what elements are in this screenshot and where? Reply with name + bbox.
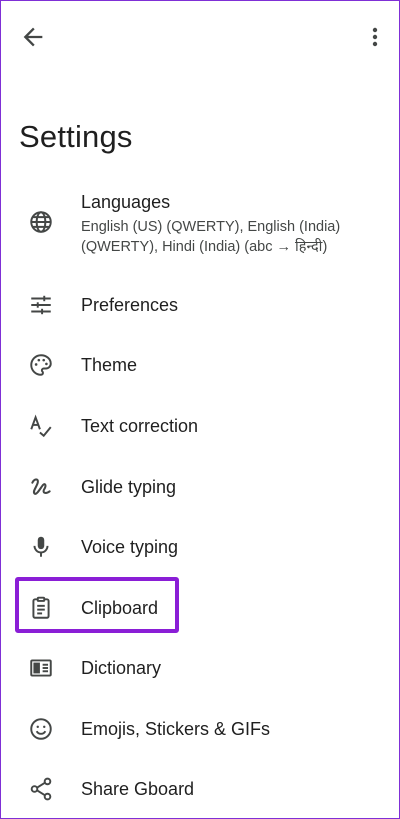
settings-item-label: Preferences xyxy=(81,295,179,315)
settings-item-theme[interactable]: Theme xyxy=(1,343,399,387)
settings-item-subtitle: English (US) (QWERTY), English (India) (… xyxy=(81,219,341,255)
settings-item-dictionary[interactable]: Dictionary xyxy=(1,646,399,690)
gesture-icon xyxy=(28,474,54,500)
settings-item-label: Dictionary xyxy=(81,658,162,678)
settings-item-label: Share Gboard xyxy=(81,779,195,799)
spellcheck-icon xyxy=(28,413,54,439)
settings-item-preferences[interactable]: Preferences xyxy=(1,283,399,327)
top-app-bar xyxy=(1,1,399,73)
more-options-button[interactable] xyxy=(363,23,387,51)
emoji-icon xyxy=(28,716,54,742)
tune-icon xyxy=(28,292,54,318)
settings-item-glide-typing[interactable]: Glide typing xyxy=(1,465,399,509)
settings-item-emojis[interactable]: Emojis, Stickers & GIFs xyxy=(1,707,399,751)
clipboard-highlight-box xyxy=(15,577,179,633)
settings-item-label: Glide typing xyxy=(81,477,177,497)
settings-item-label: Voice typing xyxy=(81,537,179,557)
globe-icon xyxy=(28,209,54,235)
page-title: Settings xyxy=(19,119,133,154)
mic-icon xyxy=(28,534,54,560)
settings-item-share-gboard[interactable]: Share Gboard xyxy=(1,767,399,811)
settings-item-label: Emojis, Stickers & GIFs xyxy=(81,719,271,739)
arrow-back-icon xyxy=(23,27,43,47)
more-vert-icon xyxy=(372,27,378,47)
settings-item-languages[interactable]: Languages English (US) (QWERTY), English… xyxy=(1,191,399,261)
settings-item-text-correction[interactable]: Text correction xyxy=(1,404,399,448)
settings-item-label: Languages xyxy=(81,192,171,212)
palette-icon xyxy=(28,352,54,378)
dictionary-icon xyxy=(28,655,54,681)
settings-item-voice-typing[interactable]: Voice typing xyxy=(1,525,399,569)
back-button[interactable] xyxy=(19,23,47,51)
settings-item-label: Text correction xyxy=(81,416,199,436)
settings-item-label: Theme xyxy=(81,355,138,375)
share-icon xyxy=(28,776,54,802)
